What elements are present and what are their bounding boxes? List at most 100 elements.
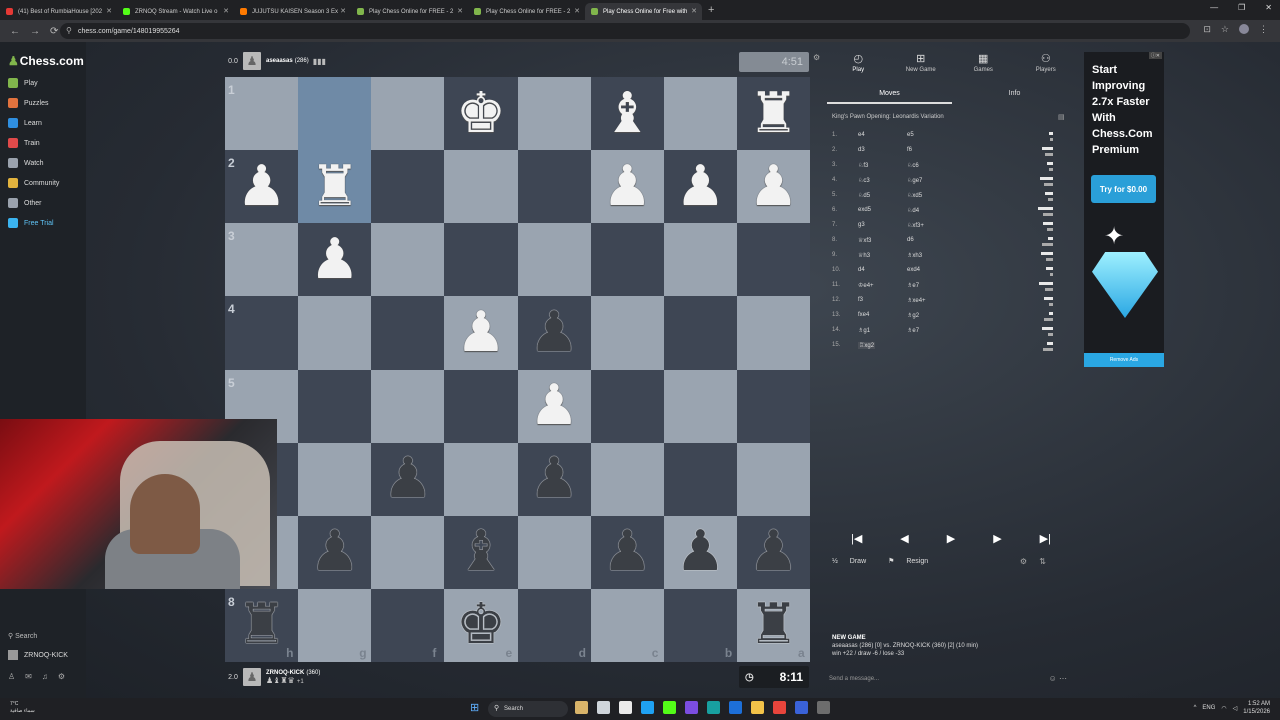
nav-play[interactable]: ◴ Play	[833, 52, 883, 90]
widget-app-icon[interactable]	[575, 701, 588, 714]
board-square[interactable]	[663, 442, 737, 516]
close-icon[interactable]: ✕	[574, 7, 580, 15]
black-move[interactable]: exd4	[907, 267, 920, 273]
black-pawn-piece[interactable]: ♟	[518, 443, 591, 516]
sidebar-item-play[interactable]: Play	[8, 78, 38, 88]
black-bishop-piece[interactable]: ♝	[444, 516, 517, 589]
last-move-button[interactable]: ▶|	[1040, 532, 1051, 545]
board-square[interactable]	[225, 223, 299, 297]
white-move[interactable]: ♖xg2	[858, 342, 876, 349]
browser-tab[interactable]: JUJUTSU KAISEN Season 3 Ex ✕	[234, 3, 351, 20]
chat-input[interactable]: Send a message... ☺ ⋯	[829, 672, 1071, 686]
browser-tab[interactable]: (41) Best of RumbiaHouse [202 ✕	[0, 3, 117, 20]
bookmark-star-icon[interactable]: ☆	[1221, 24, 1229, 35]
browser-app-icon[interactable]	[641, 701, 654, 714]
mail-icon[interactable]: ✉	[25, 672, 32, 681]
close-window-icon[interactable]: ✕	[1265, 3, 1272, 12]
board-square[interactable]	[517, 150, 591, 224]
board-square[interactable]	[663, 223, 737, 297]
board-square[interactable]	[517, 223, 591, 297]
back-icon[interactable]: ←	[10, 26, 20, 37]
remove-ads-link[interactable]: Remove Ads	[1084, 353, 1164, 367]
explorer-icon[interactable]	[751, 701, 764, 714]
play-icon[interactable]: ▶	[947, 533, 955, 545]
file-app-icon[interactable]	[619, 701, 632, 714]
black-move[interactable]: ♗e7	[907, 282, 919, 289]
sidebar-user[interactable]: ZRNOQ-KICK	[8, 650, 68, 660]
windows-start-icon[interactable]: ⊞	[470, 702, 482, 714]
black-move[interactable]: ♘xd5	[907, 192, 922, 199]
board-square[interactable]	[371, 77, 445, 151]
board-square[interactable]	[663, 296, 737, 370]
white-pawn-piece[interactable]: ♟	[591, 150, 664, 223]
black-pawn-piece[interactable]: ♟	[737, 516, 810, 589]
white-pawn-piece[interactable]: ♟	[225, 150, 298, 223]
white-pawn-piece[interactable]: ♟	[518, 370, 591, 443]
board-square[interactable]	[590, 296, 664, 370]
top-player-avatar[interactable]: ♟	[243, 52, 261, 70]
white-move[interactable]: e4	[858, 132, 865, 138]
browser-tab[interactable]: ZRNOQ Stream - Watch Live o ✕	[117, 3, 234, 20]
board-square[interactable]	[517, 515, 591, 589]
wifi-icon[interactable]: ◠	[1221, 705, 1226, 712]
resign-button[interactable]: ⚑ Resign	[888, 558, 938, 565]
board-square[interactable]	[736, 296, 810, 370]
board-square[interactable]	[298, 296, 372, 370]
black-move[interactable]: d6	[907, 237, 914, 243]
white-move[interactable]: ♗g1	[858, 327, 870, 334]
clock[interactable]: 1:52 AM 1/15/2026	[1243, 700, 1270, 716]
board-square[interactable]	[590, 369, 664, 443]
board-square[interactable]	[444, 442, 518, 516]
sidebar-item-learn[interactable]: Learn	[8, 118, 42, 128]
close-icon[interactable]: ✕	[340, 7, 346, 15]
flip-board-icon[interactable]: ⇅	[1039, 557, 1046, 566]
first-move-button[interactable]: |◀	[851, 532, 862, 545]
app-icon[interactable]	[685, 701, 698, 714]
edge-icon[interactable]	[729, 701, 742, 714]
sidebar-item-puzzles[interactable]: Puzzles	[8, 98, 49, 108]
bottom-player-avatar[interactable]: ♟	[243, 668, 261, 686]
black-move[interactable]: ♗g2	[907, 312, 919, 319]
close-icon[interactable]: ✕	[106, 7, 112, 15]
prev-move-icon[interactable]: ◀	[900, 533, 908, 545]
white-move[interactable]: ♕h3	[858, 252, 870, 259]
white-move[interactable]: ♘c3	[858, 177, 870, 184]
black-move[interactable]: ♗e7	[907, 327, 919, 334]
board-square[interactable]	[371, 296, 445, 370]
emoji-icon[interactable]: ☺	[1049, 674, 1059, 683]
url-field[interactable]: ⚲ chess.com/game/148019955264	[60, 23, 1190, 39]
board-square[interactable]	[736, 369, 810, 443]
app-icon[interactable]	[707, 701, 720, 714]
black-move[interactable]: e5	[907, 132, 914, 138]
ad-close-icon[interactable]: ⓘ✕	[1148, 52, 1162, 59]
black-move[interactable]: ♘d4	[907, 207, 919, 214]
board-square[interactable]	[298, 77, 372, 151]
white-pawn-piece[interactable]: ♟	[444, 296, 517, 369]
settings-gear-icon[interactable]: ⚙	[58, 672, 65, 681]
board-square[interactable]	[736, 442, 810, 516]
taskbar-search[interactable]: ⚲ Search	[488, 701, 568, 717]
board-square[interactable]	[371, 515, 445, 589]
profile-avatar[interactable]	[1239, 24, 1249, 34]
board-square[interactable]	[517, 77, 591, 151]
board-square[interactable]	[736, 223, 810, 297]
white-move[interactable]: d4	[858, 267, 865, 273]
maximize-icon[interactable]: ❐	[1238, 3, 1245, 12]
sidebar-item-watch[interactable]: Watch	[8, 158, 44, 168]
kick-app-icon[interactable]	[663, 701, 676, 714]
bell-icon[interactable]: ♫	[42, 672, 48, 681]
weather-widget[interactable]: 7°C سماء صافية	[10, 701, 35, 715]
board-square[interactable]	[590, 442, 664, 516]
chrome-icon[interactable]	[773, 701, 786, 714]
nav-new-game[interactable]: ⊞ New Game	[896, 52, 946, 90]
board-square[interactable]	[225, 296, 299, 370]
top-player-name[interactable]: aseaasas	[266, 58, 293, 64]
chess-board[interactable]: 12345678hgfedcba♚♝♜♟♜♟♟♟♟♟♟♟♟♟♟♝♟♟♟♜♚♜	[225, 77, 810, 662]
white-bishop-piece[interactable]: ♝	[591, 77, 664, 150]
board-square[interactable]	[371, 369, 445, 443]
board-square[interactable]	[225, 77, 299, 151]
black-pawn-piece[interactable]: ♟	[591, 516, 664, 589]
browser-tab[interactable]: Play Chess Online for FREE - 2 ✕	[351, 3, 468, 20]
browser-tab[interactable]: Play Chess Online for Free with ✕	[585, 3, 702, 20]
black-move[interactable]: ♘ge7	[907, 177, 922, 184]
